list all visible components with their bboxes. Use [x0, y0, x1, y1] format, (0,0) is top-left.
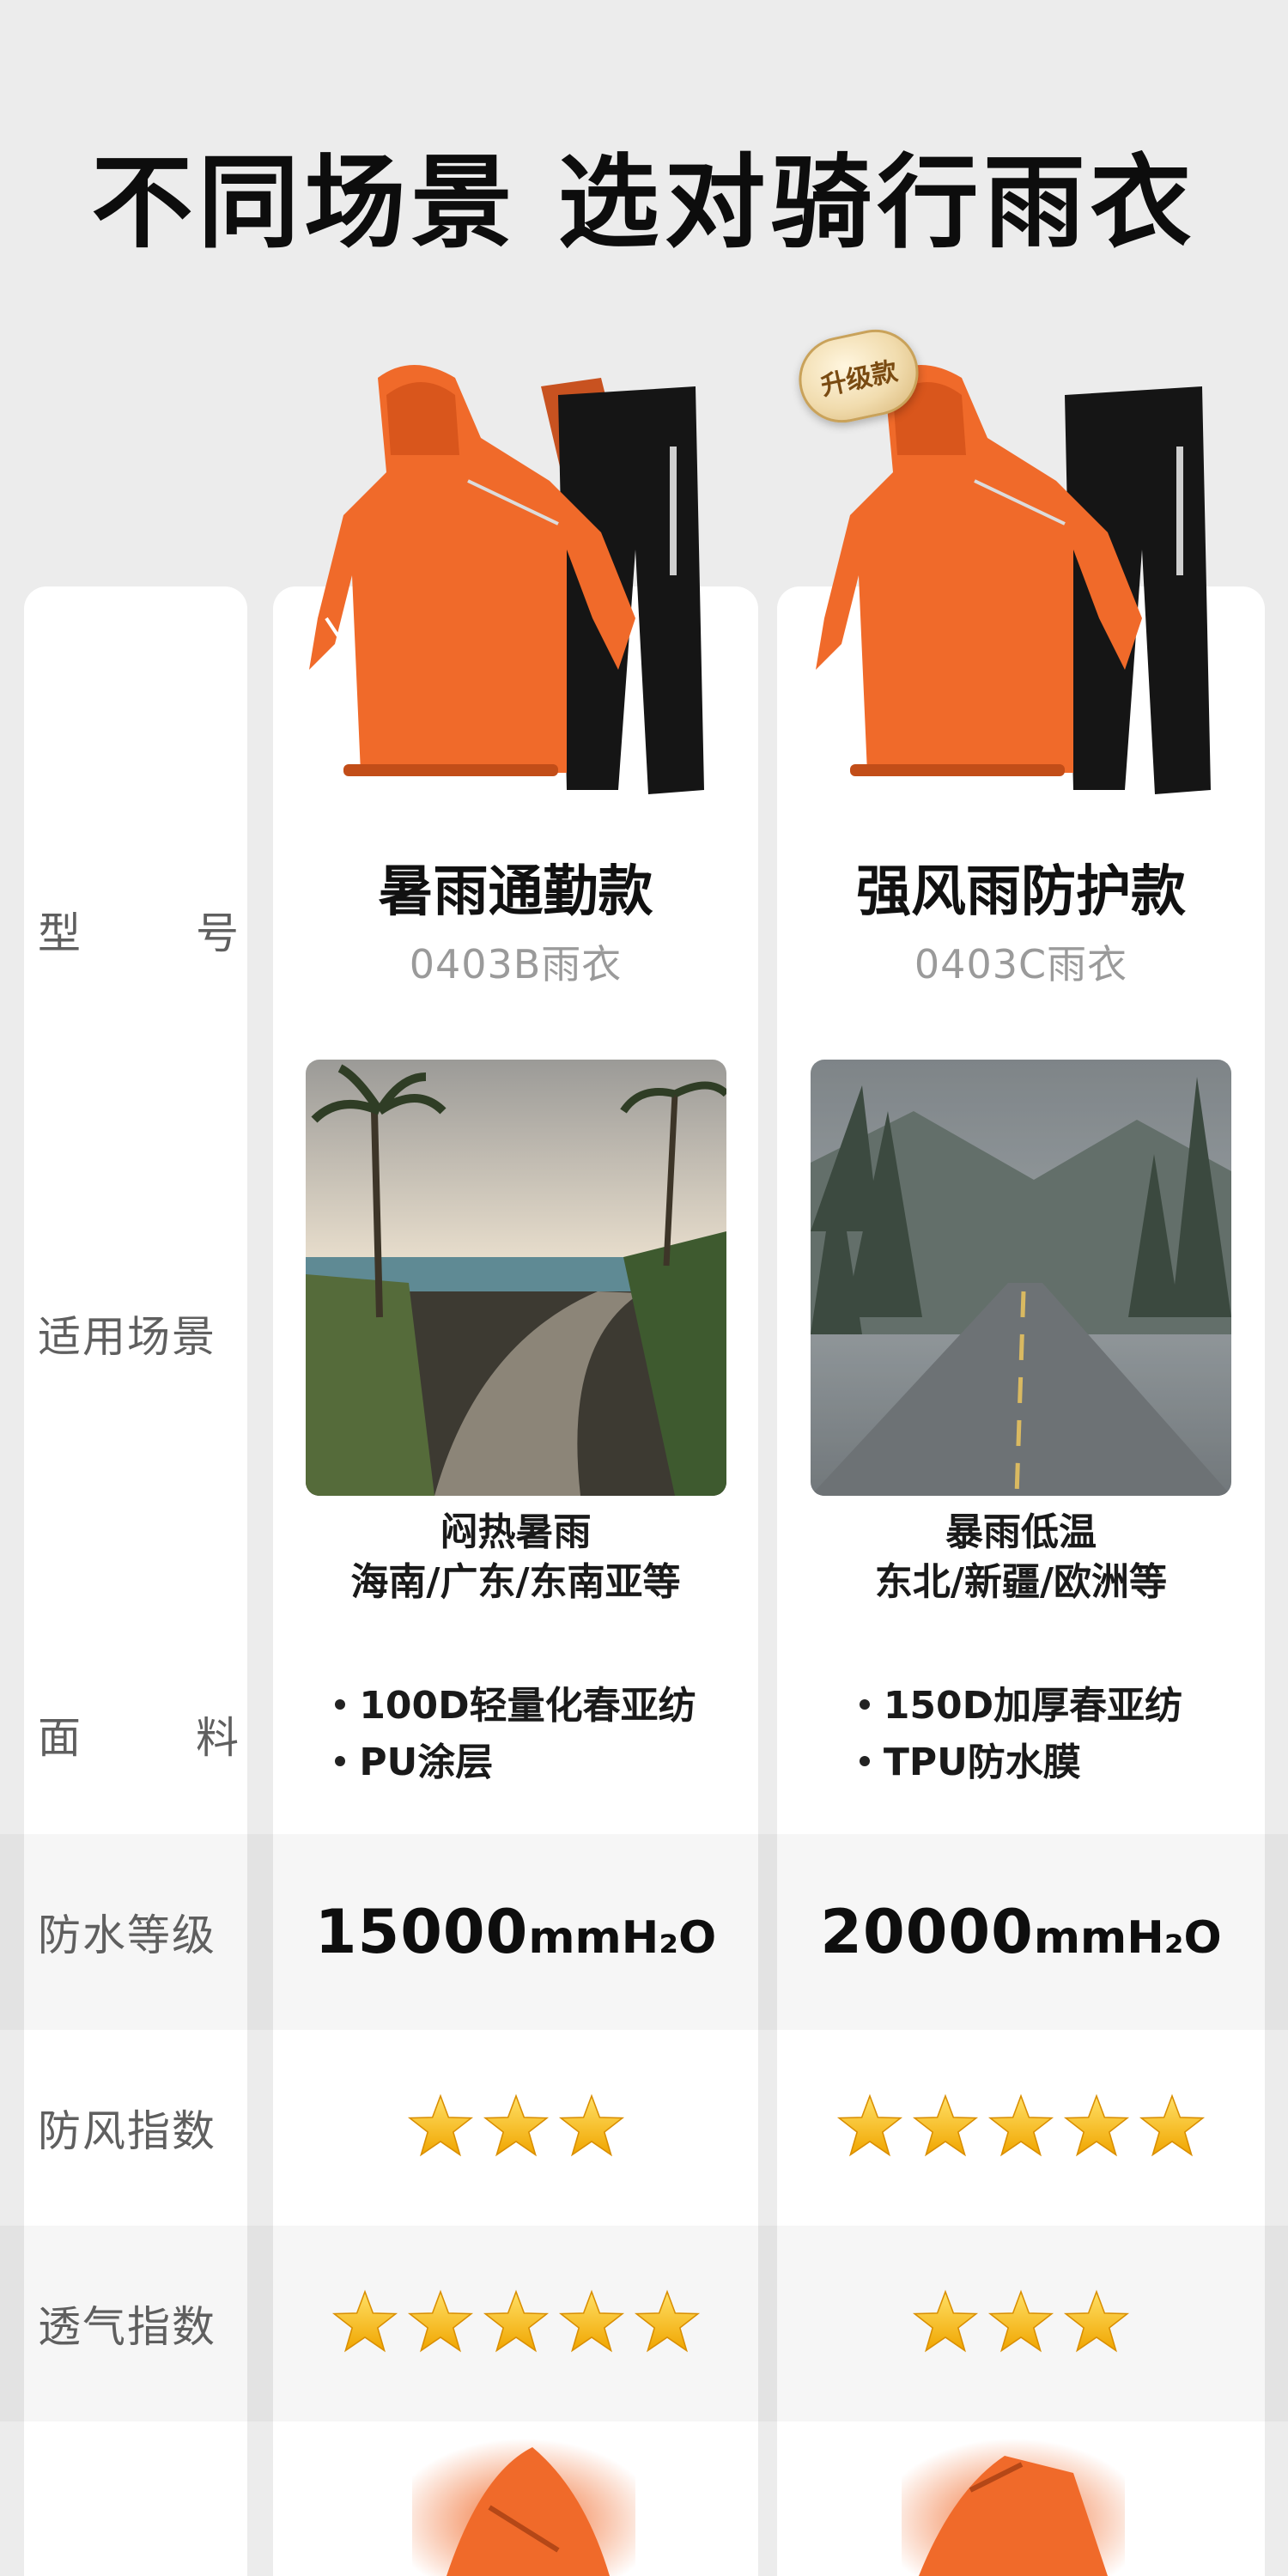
row-fabric: 面 料 100D轻量化春亚纺 PU涂层 150D加厚春亚纺 TPU防水膜 — [0, 1634, 1288, 1834]
label-model: 型 号 — [38, 908, 240, 958]
star-icon — [1063, 2288, 1130, 2359]
star-icon — [836, 2093, 903, 2163]
waterproof-rating: 20000mmH₂O — [820, 1897, 1222, 1967]
product-code: 0403C雨衣 — [914, 941, 1128, 987]
fabric-item: 150D加厚春亚纺 — [859, 1678, 1182, 1735]
fabric-item: TPU防水膜 — [859, 1735, 1081, 1791]
star-icon — [483, 2093, 550, 2163]
star-icon — [407, 2288, 474, 2359]
star-icon — [407, 2093, 474, 2163]
raincoat-detail-image — [412, 2439, 635, 2576]
product-code: 0403B雨衣 — [409, 941, 623, 987]
scene-image-rainy-forest-road — [811, 1060, 1231, 1496]
label-scene: 适用场景 — [38, 1312, 216, 1362]
row-breathability: 透气指数 — [0, 2226, 1288, 2421]
star-icon — [1063, 2093, 1130, 2163]
fabric-list: 100D轻量化春亚纺 PU涂层 — [335, 1678, 696, 1791]
star-icon — [558, 2288, 625, 2359]
star-icon — [987, 2093, 1054, 2163]
star-icon — [483, 2288, 550, 2359]
star-icon — [1139, 2093, 1206, 2163]
product-name: 强风雨防护款 — [856, 860, 1186, 924]
star-icon — [987, 2288, 1054, 2359]
star-icon — [634, 2288, 701, 2359]
star-icon — [912, 2288, 979, 2359]
wind-stars — [407, 2093, 625, 2163]
star-icon — [912, 2093, 979, 2163]
star-icon — [558, 2093, 625, 2163]
label-wind: 防风指数 — [38, 2106, 216, 2156]
fabric-item: 100D轻量化春亚纺 — [335, 1678, 696, 1735]
label-fabric: 面 料 — [38, 1712, 240, 1763]
waterproof-rating: 15000mmH₂O — [314, 1897, 717, 1967]
breath-stars — [912, 2288, 1130, 2359]
fabric-item: PU涂层 — [335, 1735, 493, 1791]
wind-stars — [836, 2093, 1206, 2163]
label-breathability: 透气指数 — [38, 2302, 216, 2352]
scene-image-tropical-road — [305, 1060, 726, 1496]
raincoat-detail-image — [902, 2439, 1125, 2576]
star-icon — [331, 2288, 398, 2359]
fabric-list: 150D加厚春亚纺 TPU防水膜 — [859, 1678, 1182, 1791]
row-waterproof: 防水等级 15000mmH₂O 20000mmH₂O — [0, 1834, 1288, 2030]
row-wind: 防风指数 — [0, 2030, 1288, 2226]
row-scene: 适用场景 闷热暑雨 海南/广东/东南亚等 暴雨低温 东北/新疆/欧洲等 — [0, 1033, 1288, 1634]
product-name: 暑雨通勤款 — [378, 860, 653, 924]
row-model: 型 号 暑雨通勤款 0403B雨衣 强风雨防护款 0403C雨衣 — [0, 586, 1288, 1033]
label-waterproof: 防水等级 — [38, 1911, 216, 1960]
breath-stars — [331, 2288, 701, 2359]
page-title: 不同场景 选对骑行雨衣 — [91, 143, 1197, 262]
